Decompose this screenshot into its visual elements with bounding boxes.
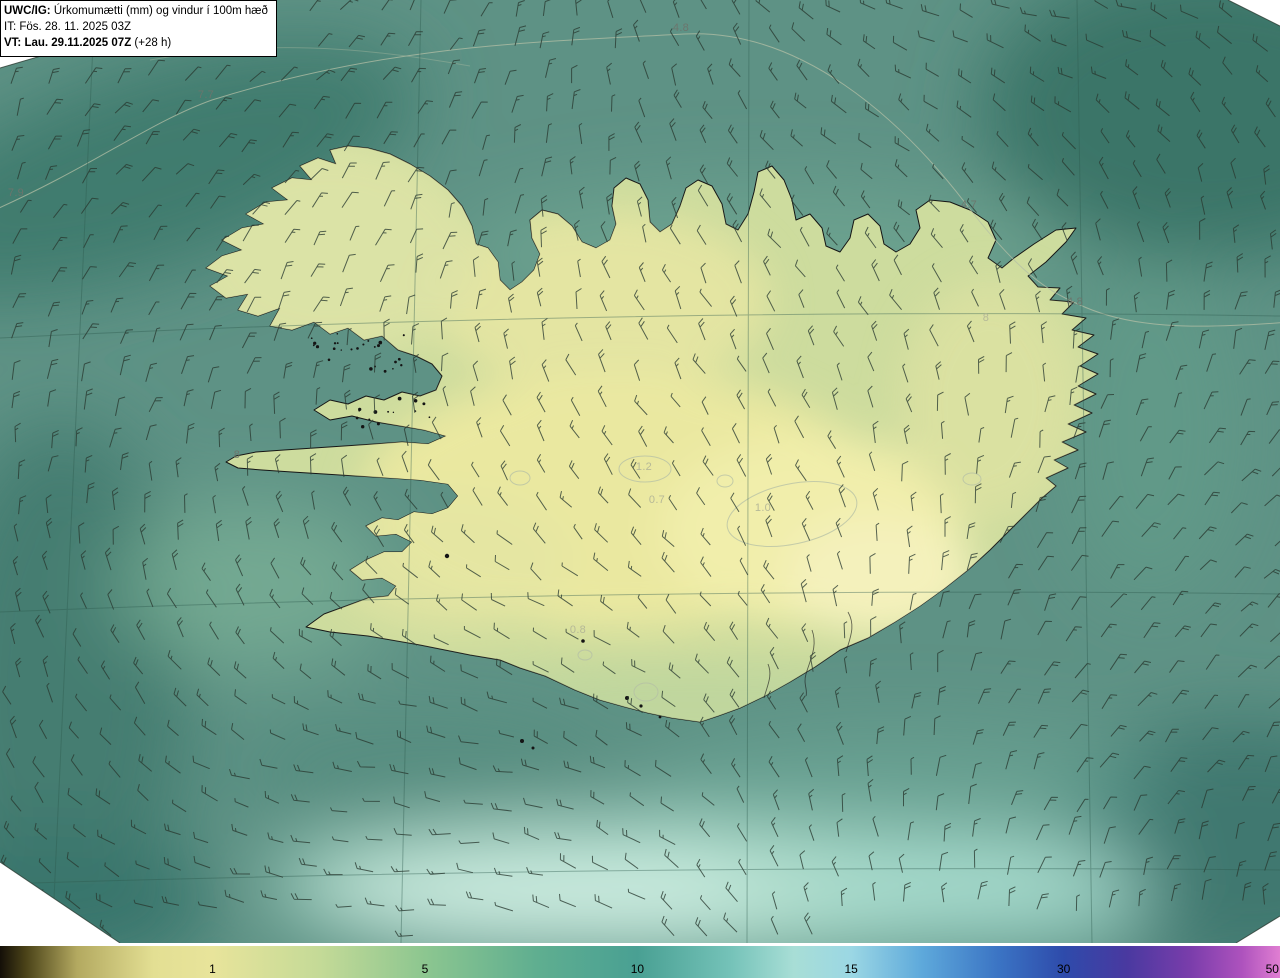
- islet-dot: [355, 416, 359, 420]
- islet-dot: [315, 345, 320, 349]
- islet-dot: [402, 334, 405, 337]
- islet-dot: [383, 369, 387, 373]
- islet-dot: [392, 411, 395, 414]
- islet-dot: [336, 342, 339, 345]
- islet-dot: [394, 360, 397, 364]
- islet-dot: [367, 339, 370, 342]
- map-title: UWC/IG: Úrkomumætti (mm) og vindur í 100…: [4, 4, 268, 20]
- map-title-text: Úrkomumætti (mm) og vindur í 100m hæð: [50, 5, 268, 17]
- valid-time-lead: (+28 h): [131, 36, 172, 49]
- islet-dot: [376, 422, 380, 426]
- islet-dot: [377, 344, 380, 348]
- islet-dot: [428, 416, 431, 419]
- valid-time: VT: Lau. 29.11.2025 07Z (+28 h): [4, 36, 268, 52]
- islet-dot: [422, 402, 426, 406]
- model-id: UWC/IG:: [4, 5, 51, 17]
- islet-dot: [350, 348, 353, 351]
- weather-map-app: 4.8 7.7 7.9 4.7 4.8 8 8 1.2 0.7 1.0 0.8 UWC/IG: Úr…: [0, 0, 1280, 978]
- islet-dot: [362, 343, 365, 346]
- map-info-box: UWC/IG: Úrkomumætti (mm) og vindur í 100…: [0, 0, 277, 57]
- islet-dot: [369, 367, 373, 371]
- islet-dot: [333, 342, 337, 345]
- colorbar: 1 5 10 15 30 50: [0, 946, 1280, 978]
- colorbar-tick-label: 15: [844, 962, 858, 976]
- islet-dot: [332, 347, 336, 351]
- islet-dot: [413, 399, 418, 403]
- islet-dot: [378, 340, 383, 345]
- islet-dot: [373, 410, 378, 414]
- colorbar-tick-label: 50: [1265, 962, 1279, 976]
- islet-dot: [531, 746, 535, 750]
- colorbar-tick-label: 5: [421, 962, 429, 976]
- islet-dot: [361, 425, 365, 429]
- valid-time-main: VT: Lau. 29.11.2025 07Z: [4, 36, 132, 49]
- islet-dot: [313, 341, 317, 345]
- islet-dot: [397, 357, 401, 361]
- islet-dot: [581, 639, 585, 643]
- map-area: 4.8 7.7 7.9 4.7 4.8 8 8 1.2 0.7 1.0 0.8 UWC/IG: Úr…: [0, 0, 1280, 943]
- islet-dot: [444, 553, 450, 559]
- colorbar-tick-label: 1: [209, 962, 216, 976]
- islet-dot: [336, 333, 339, 335]
- islet-dot: [400, 364, 403, 367]
- islet-dot: [397, 396, 402, 401]
- islet-dot: [520, 739, 524, 743]
- islet-dot: [639, 704, 643, 708]
- map-canvas: [0, 0, 1280, 943]
- colorbar-tick-label: 10: [630, 962, 645, 976]
- islet-dot: [356, 347, 359, 350]
- init-time: IT: Fös. 28. 11. 2025 03Z: [4, 20, 131, 33]
- islet-dot: [312, 344, 315, 347]
- islet-dot: [358, 407, 362, 412]
- islet-dot: [327, 358, 331, 362]
- islet-dot: [340, 349, 342, 351]
- islet-dot: [373, 345, 376, 348]
- islet-dot: [310, 337, 313, 340]
- islet-dot: [658, 715, 662, 719]
- colorbar-tick-label: 30: [1056, 962, 1071, 976]
- islet-dot: [368, 418, 371, 421]
- islet-dot: [392, 367, 394, 370]
- islet-dot: [387, 410, 390, 413]
